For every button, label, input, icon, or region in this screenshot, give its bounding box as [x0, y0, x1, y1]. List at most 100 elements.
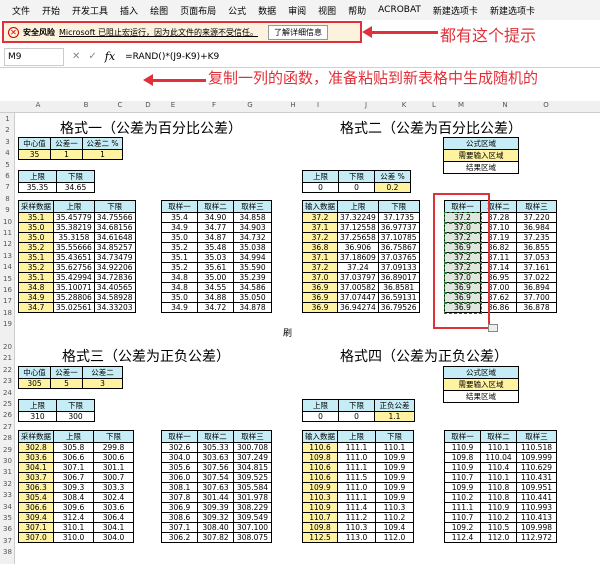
data-cell[interactable]: 34.55 [197, 282, 234, 293]
data-cell[interactable]: 112.4 [444, 532, 481, 543]
data-cell[interactable]: 303.6 [18, 452, 54, 463]
data-cell[interactable]: 110.431 [516, 472, 557, 483]
data-cell[interactable]: 34.88 [197, 292, 234, 303]
data-cell[interactable]: 110.1 [480, 472, 517, 483]
data-cell[interactable]: 111.0 [337, 452, 376, 463]
data-cell[interactable]: 36.8 [302, 242, 338, 253]
data-cell[interactable]: 35.55666 [53, 242, 95, 253]
data-cell[interactable]: 34.61648 [93, 232, 136, 243]
row-header[interactable]: 4 [0, 149, 15, 157]
menu-insert[interactable]: 插入 [114, 4, 144, 17]
row-header[interactable]: 28 [0, 434, 15, 442]
data-cell[interactable]: 110.3 [337, 522, 376, 533]
data-cell[interactable]: 307.100 [233, 522, 272, 533]
menu-review[interactable]: 审阅 [282, 4, 312, 17]
data-cell[interactable]: 300.6 [93, 452, 134, 463]
data-cell[interactable]: 299.8 [93, 442, 134, 453]
data-cell[interactable]: 37.1735 [377, 212, 420, 223]
data-cell[interactable]: 110.6 [302, 442, 338, 453]
input-cell[interactable]: 35 [18, 149, 51, 160]
data-cell[interactable]: 110.9 [480, 502, 517, 513]
data-cell[interactable]: 34.40565 [93, 282, 136, 293]
data-cell[interactable]: 303.63 [197, 452, 234, 463]
result-cell[interactable]: 0 [338, 411, 375, 422]
data-cell[interactable]: 110.3 [302, 492, 338, 503]
data-cell[interactable]: 35.45779 [53, 212, 95, 223]
data-cell[interactable]: 109.999 [516, 452, 557, 463]
data-cell[interactable]: 111.5 [337, 472, 376, 483]
data-cell[interactable]: 36.878 [516, 302, 557, 313]
data-cell[interactable]: 34.92206 [93, 262, 136, 273]
data-cell[interactable]: 35.239 [233, 272, 272, 283]
data-cell[interactable]: 309.549 [233, 512, 272, 523]
data-cell[interactable]: 34.9 [161, 222, 198, 233]
data-cell[interactable]: 35.38219 [53, 222, 95, 233]
row-header[interactable]: 20 [0, 343, 15, 351]
data-cell[interactable]: 308.6 [161, 512, 198, 523]
data-cell[interactable]: 34.72 [197, 302, 234, 313]
data-cell[interactable]: 301.44 [197, 492, 234, 503]
row-header[interactable]: 1 [0, 115, 15, 123]
menu-developer[interactable]: 开发工具 [66, 4, 114, 17]
data-cell[interactable]: 34.75566 [93, 212, 136, 223]
data-cell[interactable]: 305.4 [18, 492, 54, 503]
data-cell[interactable]: 303.3 [93, 482, 134, 493]
learn-more-button[interactable]: 了解详细信息 [267, 24, 328, 40]
data-cell[interactable]: 109.951 [516, 482, 557, 493]
data-cell[interactable]: 307.1 [18, 522, 54, 533]
data-cell[interactable]: 35.2 [18, 262, 54, 273]
data-cell[interactable]: 308.1 [161, 482, 198, 493]
data-cell[interactable]: 110.5 [480, 522, 517, 533]
data-cell[interactable]: 34.903 [233, 222, 272, 233]
input-cell[interactable]: 1 [50, 149, 83, 160]
data-cell[interactable]: 35.2 [161, 242, 198, 253]
data-cell[interactable]: 110.7 [302, 512, 338, 523]
data-cell[interactable]: 109.9 [375, 462, 414, 473]
data-cell[interactable]: 307.0 [18, 532, 54, 543]
data-cell[interactable]: 34.90 [197, 212, 234, 223]
data-cell[interactable]: 303.7 [18, 472, 54, 483]
data-cell[interactable]: 37.700 [516, 292, 557, 303]
data-cell[interactable]: 37.220 [516, 212, 557, 223]
col-header[interactable]: C [114, 101, 126, 109]
data-cell[interactable]: 307.82 [197, 532, 234, 543]
data-cell[interactable]: 109.8 [302, 522, 338, 533]
data-cell[interactable]: 113.0 [337, 532, 376, 543]
data-cell[interactable]: 35.4 [161, 212, 198, 223]
row-header[interactable]: 25 [0, 400, 15, 408]
data-cell[interactable]: 312.4 [53, 512, 94, 523]
data-cell[interactable]: 36.855 [516, 242, 557, 253]
data-cell[interactable]: 304.815 [233, 462, 272, 473]
data-cell[interactable]: 309.32 [197, 512, 234, 523]
row-header[interactable]: 11 [0, 229, 15, 237]
data-cell[interactable]: 307.63 [197, 482, 234, 493]
data-cell[interactable]: 36.894 [516, 282, 557, 293]
data-cell[interactable]: 34.7 [18, 302, 54, 313]
data-cell[interactable]: 37.161 [516, 262, 557, 273]
row-header[interactable]: 30 [0, 457, 15, 465]
data-cell[interactable]: 302.8 [18, 442, 54, 453]
data-cell[interactable]: 110.1 [375, 442, 414, 453]
col-header[interactable]: D [142, 101, 154, 109]
data-cell[interactable]: 110.9 [302, 502, 338, 513]
paste-options-icon[interactable] [488, 324, 498, 332]
data-cell[interactable]: 37.2 [302, 262, 338, 273]
data-cell[interactable]: 37.25658 [337, 232, 379, 243]
row-header[interactable]: 24 [0, 389, 15, 397]
data-cell[interactable]: 37.24 [337, 262, 379, 273]
row-header[interactable]: 8 [0, 195, 15, 203]
data-cell[interactable]: 109.8 [302, 452, 338, 463]
row-header[interactable]: 13 [0, 252, 15, 260]
data-cell[interactable]: 310.0 [53, 532, 94, 543]
name-box[interactable]: M9 [4, 47, 64, 66]
data-cell[interactable]: 110.2 [444, 492, 481, 503]
data-cell[interactable]: 308.4 [53, 492, 94, 503]
data-cell[interactable]: 110.413 [516, 512, 557, 523]
col-header[interactable]: H [287, 101, 299, 109]
data-cell[interactable]: 110.8 [480, 482, 517, 493]
data-cell[interactable]: 37.03765 [377, 252, 420, 263]
data-cell[interactable]: 35.0 [18, 232, 54, 243]
data-cell[interactable]: 34.994 [233, 252, 272, 263]
row-header[interactable]: 32 [0, 480, 15, 488]
data-cell[interactable]: 34.858 [233, 212, 272, 223]
